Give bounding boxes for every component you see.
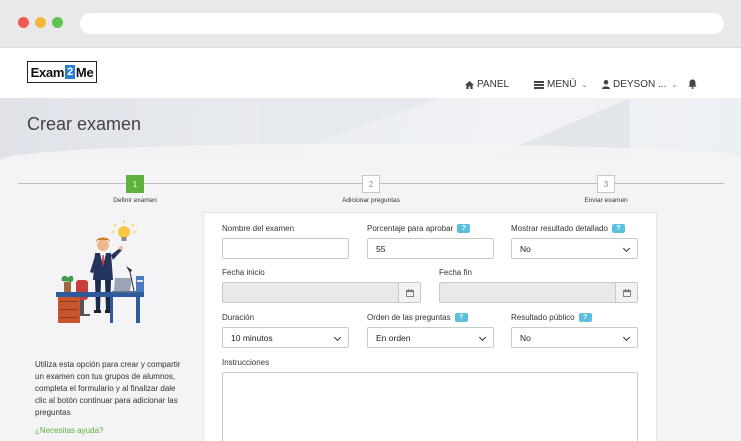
step-1[interactable]: 1 <box>126 175 144 193</box>
chevron-down-icon: ⌄ <box>671 81 678 89</box>
user-icon <box>602 80 610 89</box>
home-icon <box>465 80 474 89</box>
nav-user-label: DEYSON ... <box>613 79 667 90</box>
chevron-down-icon <box>622 244 631 253</box>
nav-user[interactable]: DEYSON ... ⌄ <box>602 79 677 90</box>
top-navbar: Exam 2 Me PANEL MENÚ ⌄ DEYSON ... ⌄ <box>0 48 741 98</box>
show-result-value: No <box>520 243 531 254</box>
duration-label: Duración <box>222 313 254 322</box>
question-order-value: En orden <box>376 332 411 343</box>
step-3-label: Enviar examen <box>584 197 628 204</box>
nav-panel-label: PANEL <box>477 79 510 90</box>
logo-text-right: Me <box>75 64 94 80</box>
page-title: Crear examen <box>27 114 142 134</box>
bell-icon <box>688 79 697 89</box>
nav-notifications[interactable] <box>688 79 697 89</box>
step-1-label: Definir examen <box>113 197 157 204</box>
browser-chrome <box>0 0 741 48</box>
public-result-label: Resultado público ? <box>511 313 592 322</box>
start-date-label: Fecha inicio <box>222 268 265 277</box>
question-order-label: Orden de las preguntas ? <box>367 313 468 322</box>
step-2[interactable]: 2 <box>362 175 380 193</box>
instructions-label: Instrucciones <box>222 358 269 367</box>
exam-name-input[interactable] <box>222 238 349 259</box>
public-result-label-text: Resultado público <box>511 313 575 322</box>
exam-name-label-text: Nombre del examen <box>222 224 295 233</box>
window-minimize-icon[interactable] <box>35 17 46 28</box>
exam-name-label: Nombre del examen <box>222 224 294 233</box>
exam2me-logo[interactable]: Exam 2 Me <box>27 61 97 83</box>
calendar-icon <box>405 288 414 297</box>
logo-text-mid: 2 <box>65 65 75 79</box>
step-2-label: Adicionar preguntas <box>342 197 400 204</box>
chevron-down-icon: ⌄ <box>581 81 588 89</box>
end-date-label: Fecha fin <box>439 268 472 277</box>
calendar-icon <box>622 288 631 297</box>
logo-text-left: Exam <box>30 64 65 80</box>
chevron-down-icon <box>333 333 342 342</box>
end-date-label-text: Fecha fin <box>439 268 472 277</box>
question-order-label-text: Orden de las preguntas <box>367 313 451 322</box>
show-result-label: Mostrar resultado detallado ? <box>511 224 625 233</box>
help-link[interactable]: ¿Necesitas ayuda? <box>35 426 103 435</box>
public-result-value: No <box>520 332 531 343</box>
menu-icon <box>534 80 544 89</box>
duration-value: 10 minutos <box>231 332 273 343</box>
question-icon[interactable]: ? <box>578 313 592 322</box>
step-3[interactable]: 3 <box>597 175 615 193</box>
show-result-select[interactable]: No <box>511 238 638 259</box>
question-icon[interactable]: ? <box>454 313 468 322</box>
duration-select[interactable]: 10 minutos <box>222 327 349 348</box>
end-date-input[interactable] <box>439 282 638 303</box>
nav-menu[interactable]: MENÚ ⌄ <box>534 79 587 90</box>
teacher-figure <box>90 237 123 313</box>
chevron-down-icon <box>622 333 631 342</box>
question-icon[interactable]: ? <box>611 224 625 233</box>
duration-label-text: Duración <box>222 313 255 322</box>
calendar-button[interactable] <box>615 283 637 302</box>
address-bar[interactable] <box>80 13 724 34</box>
question-order-select[interactable]: En orden <box>367 327 494 348</box>
start-date-input[interactable] <box>222 282 421 303</box>
window-maximize-icon[interactable] <box>52 17 63 28</box>
instructions-textarea[interactable] <box>222 372 638 441</box>
pass-percent-label: Porcentaje para aprobar ? <box>367 224 471 233</box>
start-date-label-text: Fecha inicio <box>222 268 265 277</box>
window-close-icon[interactable] <box>18 17 29 28</box>
public-result-select[interactable]: No <box>511 327 638 348</box>
chevron-down-icon <box>478 333 487 342</box>
calendar-button[interactable] <box>398 283 420 302</box>
sidebar-description: Utiliza esta opción para crear y compart… <box>35 360 181 417</box>
nav-panel[interactable]: PANEL <box>465 79 509 90</box>
teacher-illustration <box>56 220 144 323</box>
pass-percent-label-text: Porcentaje para aprobar <box>367 224 454 233</box>
instructions-label-text: Instrucciones <box>222 358 270 367</box>
question-icon[interactable]: ? <box>457 224 471 233</box>
pass-percent-input[interactable]: 55 <box>367 238 494 259</box>
page-header-banner: Crear examen <box>0 98 741 162</box>
lightbulb-icon <box>111 220 137 241</box>
nav-menu-label: MENÚ <box>547 79 577 90</box>
show-result-label-text: Mostrar resultado detallado <box>511 224 608 233</box>
